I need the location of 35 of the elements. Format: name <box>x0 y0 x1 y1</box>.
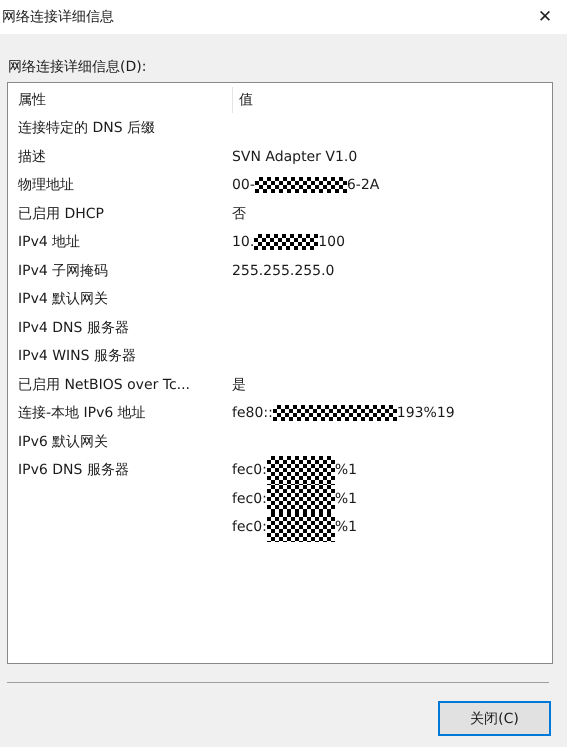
property-value: 255.255.255.0 <box>232 262 334 279</box>
column-header[interactable]: 值 <box>232 87 253 113</box>
property-value: fe80:: <box>232 405 273 422</box>
property-name: 描述 <box>18 148 46 165</box>
column-header[interactable]: 属性 <box>8 87 232 113</box>
property-name: 连接-本地 IPv6 地址 <box>18 405 146 422</box>
property-value: 193%19 <box>396 405 455 422</box>
property-value: fec0: <box>232 519 267 536</box>
property-value: %1 <box>334 490 358 507</box>
property-name: IPv4 WINS 服务器 <box>18 348 136 364</box>
property-name: IPv4 DNS 服务器 <box>18 320 129 336</box>
close-dialog-button[interactable]: 关闭(C) <box>438 701 551 736</box>
property-value: SVN Adapter V1.0 <box>232 148 358 165</box>
close-button[interactable]: ✕ <box>523 0 567 34</box>
property-name: IPv6 DNS 服务器 <box>18 462 129 478</box>
property-value: %1 <box>334 462 358 478</box>
window-title: 网络连接详细信息 <box>2 8 114 26</box>
property-value: 00- <box>232 177 255 194</box>
property-name: IPv4 子网掩码 <box>18 262 108 279</box>
property-name: IPv4 地址 <box>18 234 80 250</box>
property-name: 连接特定的 DNS 后缀 <box>18 120 156 136</box>
list-label: 网络连接详细信息(D): <box>7 58 148 76</box>
property-name: 物理地址 <box>18 177 74 194</box>
property-name: IPv6 默认网关 <box>18 434 108 450</box>
property-value: %1 <box>334 519 358 536</box>
property-value: 10. <box>232 234 254 250</box>
property-name: 已启用 DHCP <box>18 206 104 222</box>
property-name: IPv4 默认网关 <box>18 291 108 308</box>
property-name: 已启用 NetBIOS over Tc... <box>18 376 190 393</box>
property-value: fec0: <box>232 490 267 507</box>
property-value: fec0: <box>232 462 267 478</box>
property-value: 100 <box>318 234 345 250</box>
property-value: 是 <box>232 376 246 394</box>
property-value: 否 <box>232 204 246 223</box>
property-value: 6-2A <box>346 177 380 194</box>
